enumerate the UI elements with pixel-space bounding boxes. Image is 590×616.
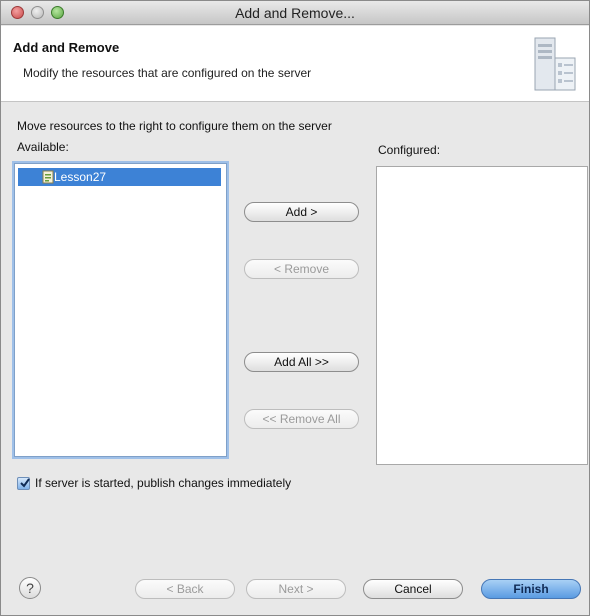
publish-checkbox-label: If server is started, publish changes im… bbox=[35, 476, 292, 490]
available-list[interactable]: Lesson27 bbox=[14, 163, 227, 457]
cancel-button[interactable]: Cancel bbox=[363, 579, 463, 599]
publish-checkbox[interactable] bbox=[17, 477, 30, 490]
add-remove-dialog: Add and Remove... Add and Remove Modify … bbox=[0, 0, 590, 616]
finish-button[interactable]: Finish bbox=[481, 579, 581, 599]
wizard-header: Add and Remove Modify the resources that… bbox=[1, 26, 589, 102]
wizard-description: Modify the resources that are configured… bbox=[23, 66, 312, 80]
list-item-label: Lesson27 bbox=[54, 170, 107, 184]
server-banner-icon bbox=[534, 37, 576, 91]
next-button[interactable]: Next > bbox=[246, 579, 346, 599]
checkmark-icon bbox=[20, 478, 30, 488]
add-all-button[interactable]: Add All >> bbox=[244, 352, 359, 372]
wizard-title: Add and Remove bbox=[13, 40, 120, 55]
configured-label: Configured: bbox=[378, 143, 441, 157]
instructions-text: Move resources to the right to configure… bbox=[17, 119, 332, 133]
add-button[interactable]: Add > bbox=[244, 202, 359, 222]
remove-button[interactable]: < Remove bbox=[244, 259, 359, 279]
remove-all-button[interactable]: << Remove All bbox=[244, 409, 359, 429]
help-button[interactable]: ? bbox=[19, 577, 41, 599]
window-title: Add and Remove... bbox=[235, 5, 355, 21]
back-button[interactable]: < Back bbox=[135, 579, 235, 599]
available-label: Available: bbox=[17, 140, 69, 154]
configured-list[interactable] bbox=[376, 166, 588, 465]
list-item[interactable]: Lesson27 bbox=[18, 168, 221, 186]
title-bar[interactable]: Add and Remove... bbox=[1, 1, 589, 25]
project-icon bbox=[42, 170, 54, 184]
